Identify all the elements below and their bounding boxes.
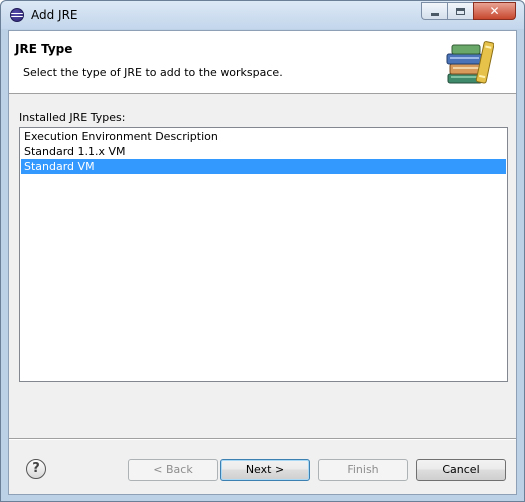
list-item-standard-vm[interactable]: Standard VM: [21, 159, 506, 174]
list-item-execution-environment[interactable]: Execution Environment Description: [21, 129, 506, 144]
page-title: JRE Type: [15, 42, 73, 56]
page-description: Select the type of JRE to add to the wor…: [23, 66, 283, 79]
maximize-icon: [456, 7, 465, 15]
wizard-header: JRE Type Select the type of JRE to add t…: [9, 31, 516, 94]
close-icon: ✕: [489, 4, 500, 18]
window-title: Add JRE: [31, 8, 78, 22]
finish-button[interactable]: Finish: [318, 459, 408, 481]
eclipse-icon: [10, 8, 24, 22]
title-bar[interactable]: Add JRE ✕: [1, 1, 524, 29]
back-button[interactable]: < Back: [128, 459, 218, 481]
next-button[interactable]: Next >: [220, 459, 310, 481]
footer-separator: [9, 438, 516, 440]
jre-type-list[interactable]: Execution Environment Description Standa…: [19, 127, 508, 382]
add-jre-window: Add JRE ✕ JRE Type Select the type of JR…: [0, 0, 525, 502]
minimize-button[interactable]: [421, 2, 447, 20]
minimize-icon: [430, 12, 439, 16]
help-icon[interactable]: ?: [26, 459, 46, 479]
installed-jre-types-label: Installed JRE Types:: [19, 111, 126, 124]
list-item-standard-11x-vm[interactable]: Standard 1.1.x VM: [21, 144, 506, 159]
library-books-icon: [446, 41, 494, 84]
maximize-button[interactable]: [447, 2, 473, 20]
window-controls: ✕: [421, 2, 516, 21]
close-button[interactable]: ✕: [473, 2, 516, 20]
cancel-button[interactable]: Cancel: [416, 459, 506, 481]
dialog-body: JRE Type Select the type of JRE to add t…: [8, 30, 517, 495]
